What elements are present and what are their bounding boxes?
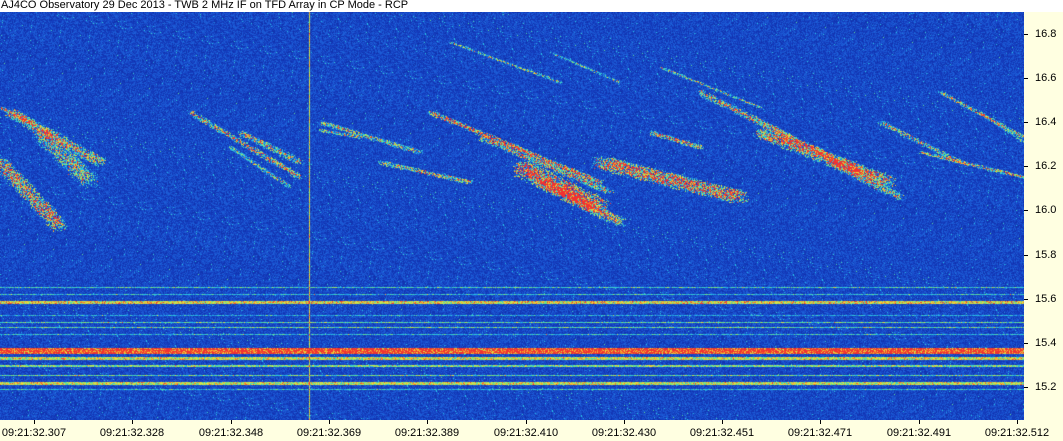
x-tick-label: 09:21:32.369 <box>296 427 362 439</box>
x-tick-label: 09:21:32.389 <box>394 427 460 439</box>
x-tick <box>427 420 428 424</box>
y-tick-label: 16.6 <box>1035 72 1057 84</box>
x-tick-label: 09:21:32.512 <box>984 427 1050 439</box>
x-tick <box>919 420 920 424</box>
y-tick <box>1024 166 1028 167</box>
x-tick <box>820 420 821 424</box>
x-tick <box>1017 420 1018 424</box>
time-axis: 09:21:32.307 09:21:32.328 09:21:32.348 09:2… <box>0 420 1063 441</box>
y-tick-label: 15.2 <box>1035 381 1057 393</box>
y-tick <box>1024 78 1028 79</box>
x-tick-label: 09:21:32.471 <box>787 427 853 439</box>
spectrogram-window: AJ4CO Observatory 29 Dec 2013 - TWB 2 MH… <box>0 0 1063 441</box>
y-tick <box>1024 122 1028 123</box>
plot-title: AJ4CO Observatory 29 Dec 2013 - TWB 2 MH… <box>1 0 409 11</box>
x-tick-label: 09:21:32.307 <box>1 427 67 439</box>
y-tick-label: 16.8 <box>1035 28 1057 40</box>
x-tick-label: 09:21:32.328 <box>99 427 165 439</box>
x-tick <box>231 420 232 424</box>
x-tick-label: 09:21:32.348 <box>198 427 264 439</box>
y-tick-label: 16.4 <box>1035 116 1057 128</box>
y-tick <box>1024 210 1028 211</box>
y-tick <box>1024 299 1028 300</box>
x-tick-label: 09:21:32.410 <box>493 427 559 439</box>
y-tick-label: 15.4 <box>1035 337 1057 349</box>
x-tick-label: 09:21:32.451 <box>689 427 755 439</box>
y-tick <box>1024 387 1028 388</box>
y-tick-label: 15.6 <box>1035 293 1057 305</box>
x-tick-label: 09:21:32.491 <box>886 427 952 439</box>
title-bar: AJ4CO Observatory 29 Dec 2013 - TWB 2 MH… <box>0 0 1063 12</box>
y-tick <box>1024 255 1028 256</box>
y-tick-label: 15.8 <box>1035 249 1057 261</box>
x-tick <box>624 420 625 424</box>
y-tick-label: 16.0 <box>1035 204 1057 216</box>
x-tick <box>526 420 527 424</box>
frequency-axis: 16.8 16.6 16.4 16.2 16.0 15.8 15.6 15.4 15.2 <box>1024 12 1063 420</box>
y-tick-label: 16.2 <box>1035 160 1057 172</box>
y-tick <box>1024 343 1028 344</box>
x-tick <box>722 420 723 424</box>
x-tick <box>329 420 330 424</box>
y-tick <box>1024 34 1028 35</box>
x-tick <box>132 420 133 424</box>
x-tick-label: 09:21:32.430 <box>591 427 657 439</box>
spectrogram-plot[interactable] <box>0 12 1024 420</box>
x-tick <box>34 420 35 424</box>
